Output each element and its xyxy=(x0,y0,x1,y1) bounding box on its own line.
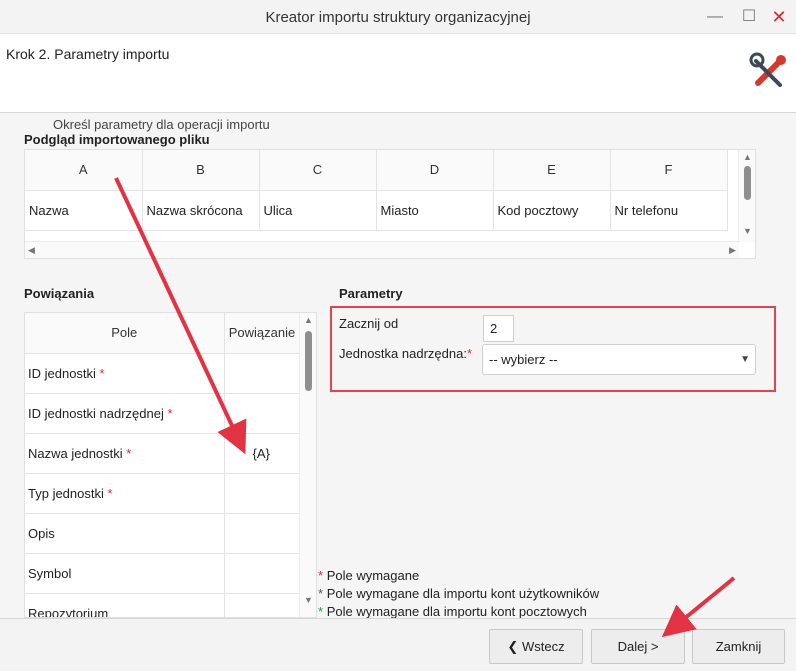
legend-item: * Pole wymagane xyxy=(318,568,419,583)
minimize-button[interactable]: — xyxy=(704,6,726,28)
preview-col-header[interactable]: A xyxy=(25,150,143,191)
preview-cell[interactable]: Nazwa xyxy=(25,190,143,231)
required-marker: * xyxy=(126,445,132,461)
preview-cell[interactable]: Nazwa skrócona xyxy=(142,190,260,231)
required-marker: * xyxy=(466,346,472,361)
field-cell: Nazwa jednostki * xyxy=(25,433,225,474)
link-cell[interactable] xyxy=(224,393,301,434)
scroll-thumb[interactable] xyxy=(744,166,751,200)
preview-horizontal-scrollbar[interactable]: ◀ ▶ xyxy=(25,241,739,258)
preview-header-row: A B C D E F xyxy=(25,150,728,191)
legend-text: Pole wymagane dla importu kont pocztowyc… xyxy=(326,604,587,619)
field-cell: Symbol xyxy=(25,553,225,594)
star-icon: * xyxy=(318,586,324,601)
parent-unit-label: Jednostka nadrzędna:* xyxy=(339,346,472,361)
window-title: Kreator importu struktury organizacyjnej xyxy=(265,9,531,26)
preview-col-header[interactable]: D xyxy=(376,150,494,191)
next-button[interactable]: Dalej > xyxy=(591,629,685,664)
tools-icon xyxy=(749,52,786,87)
wizard-content: Określ parametry dla operacji importu Po… xyxy=(0,113,796,619)
table-row[interactable]: Typ jednostki * xyxy=(25,473,301,514)
link-cell[interactable] xyxy=(224,353,301,394)
star-icon: * xyxy=(318,568,324,583)
link-cell[interactable]: {A} xyxy=(224,433,301,474)
field-name: Typ jednostki xyxy=(28,485,104,501)
start-from-label: Zacznij od xyxy=(339,316,399,331)
preview-cell[interactable]: Kod pocztowy xyxy=(493,190,611,231)
field-name: Symbol xyxy=(28,565,72,581)
field-name: ID jednostki xyxy=(28,365,96,381)
wizard-header: Krok 2. Parametry importu xyxy=(0,35,796,113)
field-cell: Typ jednostki * xyxy=(25,473,225,514)
table-row[interactable]: Nazwa jednostki * {A} xyxy=(25,433,301,474)
table-row[interactable]: ID jednostki * xyxy=(25,353,301,394)
legend-text: Pole wymagane xyxy=(326,568,420,583)
scroll-up-icon[interactable]: ▲ xyxy=(304,315,313,325)
back-button-label: Wstecz xyxy=(521,639,565,654)
table-row[interactable]: Opis xyxy=(25,513,301,554)
dropdown-arrow-icon: ▼ xyxy=(740,354,750,365)
subtitle: Określ parametry dla operacji importu xyxy=(53,117,270,132)
scroll-thumb[interactable] xyxy=(305,331,312,391)
step-title: Krok 2. Parametry importu xyxy=(6,46,170,62)
preview-vertical-scrollbar[interactable]: ▲ ▼ xyxy=(738,150,755,242)
legend-item: * Pole wymagane dla importu kont pocztow… xyxy=(318,604,587,619)
star-icon: * xyxy=(318,604,324,619)
parent-unit-value: -- wybierz -- xyxy=(489,352,558,367)
preview-cell[interactable]: Nr telefonu xyxy=(610,190,728,231)
scroll-down-icon[interactable]: ▼ xyxy=(743,226,752,236)
table-row[interactable]: Symbol xyxy=(25,553,301,594)
preview-col-header[interactable]: F xyxy=(610,150,728,191)
field-cell: ID jednostki * xyxy=(25,353,225,394)
required-marker: * xyxy=(107,485,113,501)
mapping-grid[interactable]: Pole Powiązanie ID jednostki * ID jednos… xyxy=(24,312,317,618)
field-name: ID jednostki nadrzędnej xyxy=(28,405,164,421)
preview-col-header[interactable]: B xyxy=(142,150,260,191)
maximize-button[interactable]: ☐ xyxy=(738,6,760,28)
scroll-down-icon[interactable]: ▼ xyxy=(304,595,313,605)
table-row[interactable]: ID jednostki nadrzędnej * xyxy=(25,393,301,434)
field-name: Opis xyxy=(28,525,55,541)
chevron-left-icon: ❮ xyxy=(507,639,519,654)
field-cell: ID jednostki nadrzędnej * xyxy=(25,393,225,434)
legend-text: Pole wymagane dla importu kont użytkowni… xyxy=(326,586,600,601)
wizard-footer: ❮ Wstecz Dalej > Zamknij xyxy=(0,618,796,671)
link-cell[interactable] xyxy=(224,513,301,554)
start-from-input[interactable]: 2 xyxy=(483,315,514,342)
required-marker: * xyxy=(99,365,105,381)
scroll-right-icon[interactable]: ▶ xyxy=(729,245,736,256)
legend-item: * Pole wymagane dla importu kont użytkow… xyxy=(318,586,599,601)
mapping-header-row: Pole Powiązanie xyxy=(25,313,301,354)
field-cell: Opis xyxy=(25,513,225,554)
scroll-left-icon[interactable]: ◀ xyxy=(28,245,35,256)
preview-title: Podgląd importowanego pliku xyxy=(24,132,210,147)
file-preview-grid[interactable]: A B C D E F Nazwa Nazwa skrócona Ulica M… xyxy=(24,149,756,259)
link-cell[interactable] xyxy=(224,593,301,617)
mapping-vertical-scrollbar[interactable]: ▲ ▼ xyxy=(299,313,316,617)
field-cell: Repozytorium xyxy=(25,593,225,618)
params-title: Parametry xyxy=(339,286,403,301)
close-button[interactable]: Zamknij xyxy=(692,629,785,664)
table-row[interactable]: Repozytorium xyxy=(25,593,301,618)
preview-row: Nazwa Nazwa skrócona Ulica Miasto Kod po… xyxy=(25,190,728,231)
mapping-col-header[interactable]: Pole xyxy=(25,313,225,354)
link-cell[interactable] xyxy=(224,473,301,514)
link-cell[interactable] xyxy=(224,553,301,594)
title-bar: Kreator importu struktury organizacyjnej… xyxy=(0,0,796,34)
parent-unit-select[interactable]: -- wybierz -- ▼ xyxy=(482,344,756,375)
mapping-col-header[interactable]: Powiązanie xyxy=(224,313,301,354)
preview-cell[interactable]: Miasto xyxy=(376,190,494,231)
preview-col-header[interactable]: E xyxy=(493,150,611,191)
scroll-up-icon[interactable]: ▲ xyxy=(743,152,752,162)
required-marker: * xyxy=(167,405,173,421)
mapping-title: Powiązania xyxy=(24,286,95,301)
preview-cell[interactable]: Ulica xyxy=(259,190,377,231)
close-window-button[interactable]: ✕ xyxy=(768,6,790,28)
parent-unit-label-text: Jednostka nadrzędna: xyxy=(339,346,467,361)
back-button[interactable]: ❮ Wstecz xyxy=(489,629,583,664)
field-name: Repozytorium xyxy=(28,605,109,618)
field-name: Nazwa jednostki xyxy=(28,445,123,461)
preview-col-header[interactable]: C xyxy=(259,150,377,191)
